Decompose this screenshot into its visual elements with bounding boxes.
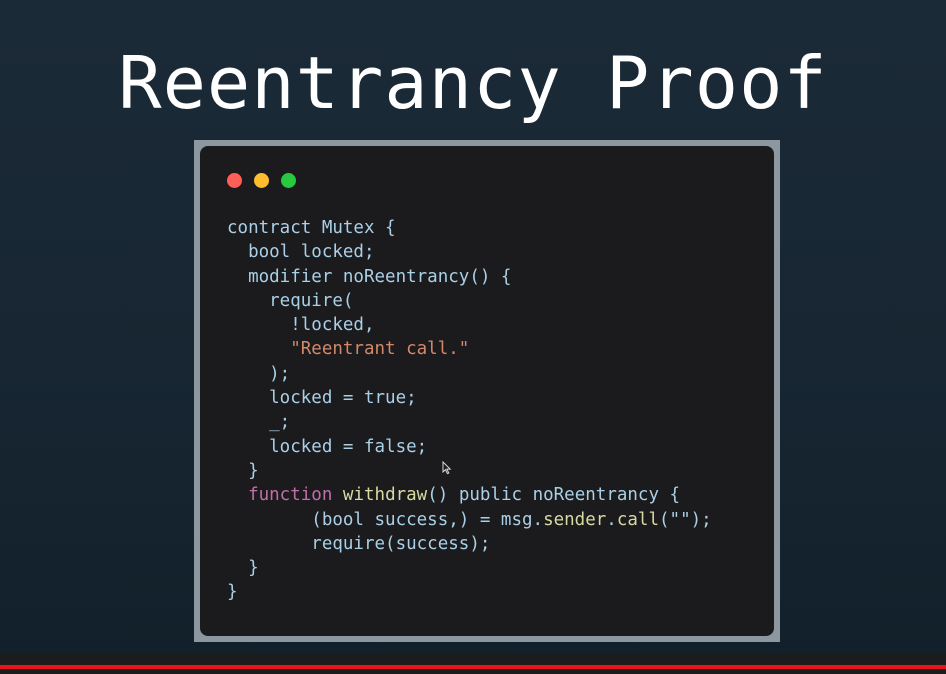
code-token: () public noReentrancy { bbox=[427, 485, 681, 506]
code-token: locked = true; bbox=[227, 388, 417, 409]
code-line: locked = true; bbox=[227, 386, 712, 410]
code-line: bool locked; bbox=[227, 240, 712, 264]
code-line: } bbox=[227, 459, 712, 483]
code-window-frame: contract Mutex { bool locked; modifier n… bbox=[194, 140, 780, 642]
code-window: contract Mutex { bool locked; modifier n… bbox=[200, 146, 774, 636]
code-line: function withdraw() public noReentrancy … bbox=[227, 483, 712, 507]
code-token: } bbox=[227, 460, 259, 481]
code-token: function bbox=[248, 485, 333, 506]
code-token: contract Mutex { bbox=[227, 218, 396, 238]
code-token: withdraw bbox=[342, 485, 428, 506]
video-progress-bar[interactable] bbox=[0, 665, 946, 669]
video-player-bar bbox=[0, 654, 946, 674]
code-token: bool locked; bbox=[227, 242, 375, 263]
code-token: modifier noReentrancy() { bbox=[227, 266, 512, 287]
code-line: ); bbox=[227, 362, 712, 386]
code-token: . bbox=[606, 509, 617, 530]
minimize-dot-icon bbox=[254, 173, 269, 188]
code-line: } bbox=[227, 556, 712, 580]
code-line: contract Mutex { bbox=[227, 216, 712, 240]
slide-title: Reentrancy Proof bbox=[118, 41, 828, 125]
code-token: } bbox=[227, 558, 259, 579]
code-token: (""); bbox=[659, 509, 712, 530]
code-token: ); bbox=[227, 363, 291, 384]
code-token: require( bbox=[227, 290, 354, 311]
video-progress-fill bbox=[0, 665, 946, 669]
code-token: !locked, bbox=[227, 315, 375, 336]
code-token: call bbox=[616, 509, 659, 530]
code-token: require(success); bbox=[227, 533, 491, 554]
code-line: !locked, bbox=[227, 313, 712, 337]
code-token: locked = false; bbox=[227, 436, 428, 457]
code-token: "Reentrant call." bbox=[290, 339, 470, 360]
mouse-cursor-icon bbox=[442, 461, 452, 475]
code-token: sender bbox=[543, 509, 607, 530]
code-line: modifier noReentrancy() { bbox=[227, 265, 712, 289]
code-token: (bool success,) = msg. bbox=[227, 509, 544, 530]
maximize-dot-icon bbox=[281, 173, 296, 188]
code-line: } bbox=[227, 580, 712, 604]
code-token: } bbox=[227, 582, 238, 603]
code-token: _; bbox=[227, 412, 291, 433]
code-line: _; bbox=[227, 410, 712, 434]
close-dot-icon bbox=[227, 173, 242, 188]
code-line: "Reentrant call." bbox=[227, 337, 712, 361]
code-line: (bool success,) = msg.sender.call(""); bbox=[227, 508, 712, 532]
code-line: require( bbox=[227, 289, 712, 313]
code-line: locked = false; bbox=[227, 435, 712, 459]
code-block: contract Mutex { bool locked; modifier n… bbox=[227, 216, 712, 605]
code-line: require(success); bbox=[227, 532, 712, 556]
